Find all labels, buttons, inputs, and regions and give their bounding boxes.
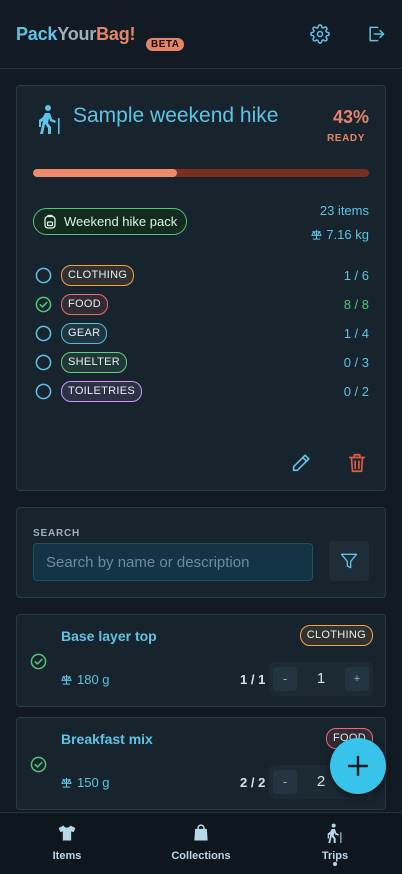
circle-icon[interactable] (35, 354, 52, 371)
nav-collections-label: Collections (171, 850, 231, 862)
increment-button[interactable]: + (345, 667, 369, 691)
item-name[interactable]: Base layer top (61, 628, 157, 644)
category-count: 8 / 8 (343, 297, 369, 312)
search-input[interactable] (33, 543, 313, 581)
tshirt-icon (58, 825, 76, 841)
category-count: 1 / 6 (343, 268, 369, 283)
scale-icon (61, 674, 72, 685)
shopping-bag-icon (194, 824, 208, 841)
total-weight: 7.16 kg (311, 227, 369, 242)
app-logo[interactable]: PackYourBag! (16, 24, 136, 45)
gear-icon[interactable] (310, 24, 330, 44)
total-weight-value: 7.16 kg (326, 227, 369, 242)
category-row[interactable]: FOOD 8 / 8 (33, 293, 369, 317)
category-badge: GEAR (61, 323, 108, 344)
app-header: PackYourBag! BETA (0, 0, 402, 69)
pack-name: Weekend hike pack (64, 214, 178, 229)
category-badge: TOILETRIES (61, 381, 142, 402)
item-weight: 180 g (61, 672, 110, 687)
delete-button[interactable] (346, 452, 368, 474)
check-circle-icon[interactable] (30, 756, 47, 773)
decrement-button[interactable]: - (273, 770, 297, 794)
check-circle-icon[interactable] (35, 296, 52, 313)
item-card[interactable]: Base layer top CLOTHING 180 g 1 / 1-1 + (16, 614, 386, 707)
search-card: SEARCH (16, 507, 386, 598)
item-weight: 150 g (61, 775, 110, 790)
beta-badge: BETA (146, 38, 185, 51)
trip-card[interactable]: Sample weekend hike 43% READY Weekend hi… (16, 85, 386, 491)
category-count: 0 / 3 (343, 355, 369, 370)
pack-chip[interactable]: Weekend hike pack (33, 208, 188, 235)
category-badge: SHELTER (61, 352, 128, 373)
filter-button[interactable] (329, 541, 369, 581)
trash-icon (348, 453, 366, 473)
category-badge: CLOTHING (61, 265, 135, 286)
hiker-icon (327, 823, 342, 843)
circle-icon[interactable] (35, 325, 52, 342)
ready-label: READY (326, 133, 365, 144)
nav-items-label: Items (52, 850, 82, 862)
category-row[interactable]: TOILETRIES 0 / 2 (33, 380, 369, 404)
category-count: 1 / 4 (343, 326, 369, 341)
hiker-icon (39, 105, 60, 134)
nav-items[interactable]: Items (0, 813, 134, 874)
category-badge: CLOTHING (299, 625, 373, 646)
bottom-nav: Items Collections Trips (0, 812, 402, 874)
filter-icon (340, 553, 358, 569)
decrement-button[interactable]: - (273, 667, 297, 691)
item-weight-value: 180 g (77, 672, 110, 687)
logout-icon[interactable] (366, 24, 386, 44)
backpack-icon (44, 214, 56, 229)
trip-percent: 43% (332, 107, 369, 127)
category-row[interactable]: CLOTHING 1 / 6 (33, 264, 369, 288)
trip-title[interactable]: Sample weekend hike (73, 104, 278, 128)
category-count: 0 / 2 (343, 384, 369, 399)
quantity-value[interactable]: 1 (305, 670, 337, 687)
progress-fill (33, 169, 178, 177)
edit-button[interactable] (290, 452, 312, 474)
nav-collections[interactable]: Collections (134, 813, 268, 874)
circle-icon[interactable] (35, 383, 52, 400)
logo-your: Your (57, 24, 97, 44)
logo-bag: Bag! (96, 24, 136, 44)
add-button[interactable] (330, 738, 386, 794)
check-circle-icon[interactable] (30, 653, 47, 670)
item-name[interactable]: Breakfast mix (61, 731, 153, 747)
category-row[interactable]: SHELTER 0 / 3 (33, 351, 369, 375)
circle-icon[interactable] (35, 267, 52, 284)
progress-bar (33, 169, 369, 177)
category-badge: FOOD (61, 294, 108, 315)
nav-trips-label: Trips (321, 850, 349, 862)
logo-pack: Pack (16, 24, 58, 44)
item-packed-ratio: 1 / 1 (240, 672, 266, 687)
scale-icon (61, 777, 72, 788)
category-row[interactable]: GEAR 1 / 4 (33, 322, 369, 346)
active-indicator (333, 862, 337, 866)
search-label: SEARCH (33, 528, 81, 539)
plus-icon (347, 755, 369, 777)
item-weight-value: 150 g (77, 775, 110, 790)
nav-trips[interactable]: Trips (268, 813, 402, 874)
pencil-icon (292, 454, 310, 472)
quantity-stepper: -1 + (269, 662, 373, 696)
item-packed-ratio: 2 / 2 (240, 775, 266, 790)
scale-icon (311, 229, 323, 240)
items-count: 23 items (319, 203, 369, 218)
